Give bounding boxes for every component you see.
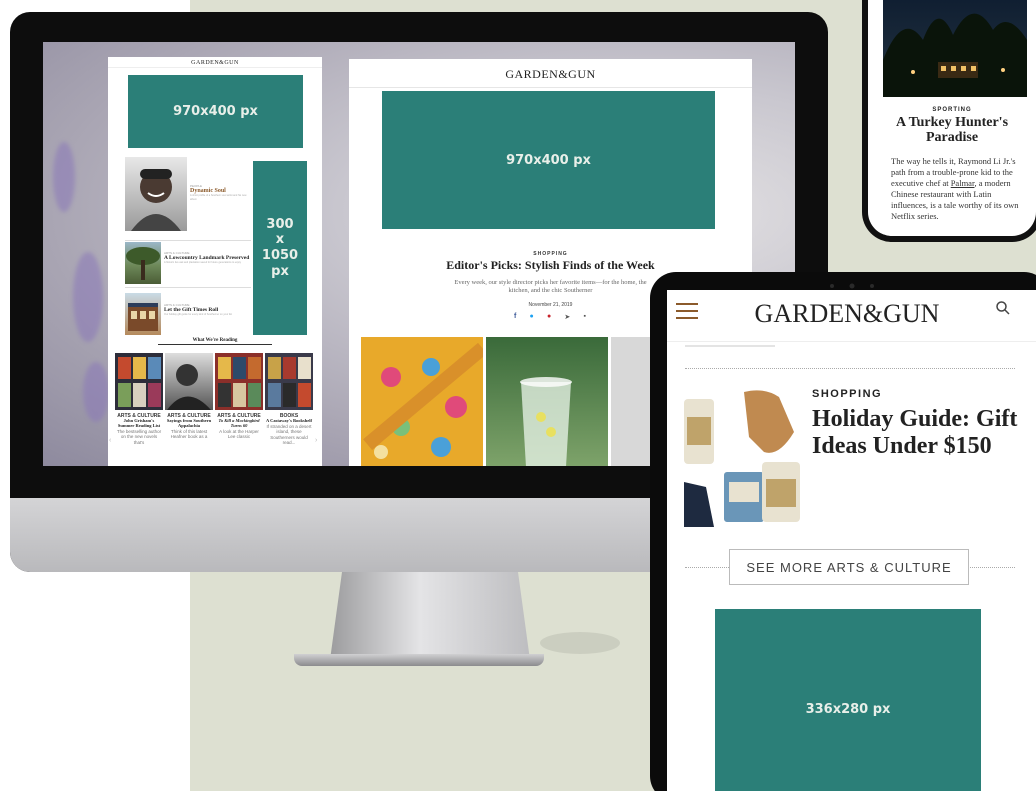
search-icon[interactable] (995, 300, 1011, 321)
dotted-divider (685, 368, 1015, 369)
ad-side-line: px (271, 263, 289, 279)
lavender-blur (83, 362, 109, 422)
book-title[interactable]: Sayings from Southern Appalachia (165, 418, 213, 429)
story-blurb: Our holiday gift guide for every kind of… (164, 313, 232, 316)
body-link[interactable]: Palmar (951, 178, 975, 188)
story-item[interactable]: ARTS & CULTURE Let the Gift Times Roll O… (164, 303, 252, 317)
article-category[interactable]: SHOPPING (812, 388, 882, 400)
book-title[interactable]: To Kill a Mockingbird Turns 60 (215, 418, 263, 429)
product-image-pitcher[interactable] (486, 337, 608, 466)
ad-336x280[interactable]: 336x280 px (715, 609, 981, 791)
gift-guide-image[interactable] (684, 387, 802, 527)
ipad: GARDEN&GUN SHOPPING Holiday Guide: Gift … (650, 272, 1036, 791)
ad-970x400[interactable]: 970x400 px (382, 91, 715, 229)
article-headline[interactable]: Holiday Guide: Gift Ideas Under $150 (812, 406, 1022, 460)
book-blurb: If stranded on a desert island, these So… (266, 423, 312, 446)
article-hero-image[interactable] (883, 0, 1027, 97)
story-thumb-portrait[interactable] (125, 157, 187, 231)
iphone: SPORTING A Turkey Hunter's Paradise The … (862, 0, 1036, 242)
book-blurb: A look at the Harper Lee classic (219, 428, 259, 440)
send-icon[interactable]: ➤ (564, 313, 570, 321)
site-logo[interactable]: GARDEN&GUN (349, 59, 752, 88)
site-logo[interactable]: GARDEN&GUN (747, 299, 947, 329)
article-dek: Every week, our style director picks her… (454, 279, 647, 295)
article-body: The way he tells it, Raymond Li Jr.'s pa… (891, 156, 1021, 222)
divider (125, 287, 251, 288)
article-headline: A Turkey Hunter's Paradise (895, 115, 1009, 145)
pinterest-icon[interactable]: ● (547, 313, 551, 321)
story-thumb-mardi-gras[interactable] (125, 293, 161, 335)
book-cover-3[interactable] (215, 353, 263, 410)
ad-300x1050[interactable]: 300 x 1050 px (253, 161, 307, 335)
reading-heading: What We're Reading (192, 338, 238, 343)
scroll-hint (685, 345, 775, 347)
imac-stand (330, 572, 530, 660)
ipad-header: GARDEN&GUN (667, 290, 1036, 342)
heading-rule (158, 344, 272, 345)
book-item[interactable]: ARTS & CULTURE To Kill a Mockingbird Tur… (215, 413, 263, 440)
book-cover-1[interactable] (115, 353, 163, 410)
book-item[interactable]: BOOKS A Castaway's Bookshelf If stranded… (265, 413, 313, 446)
book-cover-2[interactable] (165, 353, 213, 410)
stand-shadow (540, 632, 620, 654)
ad-970x400[interactable]: 970x400 px (128, 75, 303, 148)
story-blurb: A short profile of a Southern soul artis… (190, 194, 247, 201)
story-item[interactable]: PEOPLE Dynamic Soul A short profile of a… (190, 184, 252, 201)
see-more-button[interactable]: SEE MORE ARTS & CULTURE (729, 549, 969, 585)
book-cover-4[interactable] (265, 353, 313, 410)
desktop-page-left: GARDEN&GUN 970x400 px PEOPLE Dynamic Sou… (108, 57, 322, 466)
imac-stand-base (294, 654, 544, 666)
product-image-wrapping-paper[interactable] (361, 337, 483, 466)
divider (125, 240, 251, 241)
ipad-camera (822, 277, 882, 289)
site-logo[interactable]: GARDEN&GUN (108, 57, 322, 68)
story-thumb-oak[interactable] (125, 242, 161, 284)
book-blurb: The bestselling author on the new novels… (116, 428, 162, 445)
book-item[interactable]: ARTS & CULTURE John Grisham's Summer Rea… (115, 413, 163, 445)
lavender-blur (53, 142, 75, 212)
lavender-blur (73, 252, 103, 342)
facebook-icon[interactable]: f (514, 313, 516, 321)
iphone-screen: SPORTING A Turkey Hunter's Paradise The … (868, 0, 1036, 236)
book-blurb: Think of this latest Heafner book as a (170, 428, 208, 440)
ad-side-line: x (275, 232, 285, 248)
article-category[interactable]: SPORTING (868, 107, 1036, 113)
story-blurb: A historic live oak and plantation saved… (164, 261, 241, 265)
ipad-screen: GARDEN&GUN SHOPPING Holiday Guide: Gift … (667, 290, 1036, 791)
carousel-prev-icon[interactable]: ‹ (109, 437, 111, 444)
share-bar: f ● ● ➤ ▪ (514, 313, 586, 321)
ad-side-line: 1050 (261, 248, 299, 263)
print-icon[interactable]: ▪ (584, 313, 586, 321)
carousel-next-icon[interactable]: › (315, 437, 317, 444)
article-category[interactable]: SHOPPING (349, 251, 752, 257)
hamburger-menu-icon[interactable] (676, 303, 698, 319)
mockup-stage: GARDEN&GUN 970x400 px PEOPLE Dynamic Sou… (0, 0, 1036, 791)
book-title[interactable]: John Grisham's Summer Reading List (115, 418, 163, 429)
article-headline: Editor's Picks: Stylish Finds of the Wee… (446, 258, 655, 272)
twitter-icon[interactable]: ● (530, 313, 534, 321)
ad-side-line: 300 (266, 216, 294, 232)
book-item[interactable]: ARTS & CULTURE Sayings from Southern App… (165, 413, 213, 440)
story-item[interactable]: ARTS & CULTURE A Lowcountry Landmark Pre… (164, 251, 252, 265)
